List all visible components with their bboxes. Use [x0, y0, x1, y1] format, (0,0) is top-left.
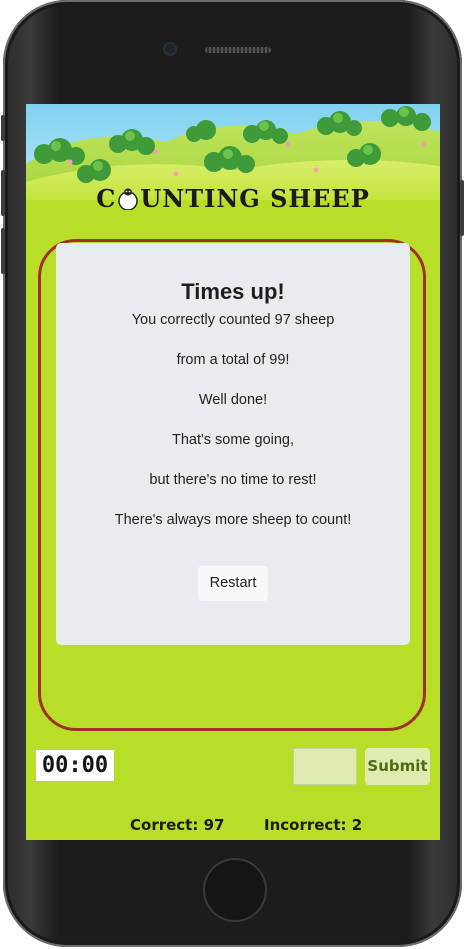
- app-title: C UNTING SHEEP: [26, 184, 440, 213]
- incorrect-count: Incorrect: 2: [264, 816, 363, 834]
- home-button[interactable]: [205, 860, 265, 920]
- timer-display: 00:00: [36, 750, 114, 781]
- result-card: Times up! You correctly counted 97 sheep…: [56, 243, 410, 645]
- mute-switch: [1, 115, 5, 141]
- restart-button[interactable]: Restart: [197, 566, 269, 601]
- result-line-total: from a total of 99!: [176, 352, 290, 368]
- volume-down-button: [1, 228, 5, 274]
- app-title-first-letter: C: [96, 184, 117, 213]
- result-line-rest: but there's no time to rest!: [149, 472, 317, 488]
- result-line-more: There's always more sheep to count!: [114, 512, 352, 528]
- header-banner: C UNTING SHEEP: [26, 104, 440, 222]
- submit-button[interactable]: Submit: [365, 748, 430, 785]
- earpiece-speaker: [205, 47, 271, 53]
- power-button: [460, 180, 464, 236]
- answer-input[interactable]: [293, 748, 357, 785]
- sheep-icon: [118, 188, 139, 210]
- result-line-praise: Well done!: [198, 392, 268, 408]
- result-line-counted: You correctly counted 97 sheep: [131, 312, 335, 328]
- app-screen: C UNTING SHEEP Times up! You correctly c…: [26, 104, 440, 840]
- app-title-rest: UNTING SHEEP: [140, 184, 370, 213]
- correct-count: Correct: 97: [130, 816, 225, 834]
- front-camera: [165, 44, 175, 54]
- volume-up-button: [1, 170, 5, 216]
- result-line-going: That's some going,: [171, 432, 295, 448]
- result-heading: Times up!: [181, 279, 285, 304]
